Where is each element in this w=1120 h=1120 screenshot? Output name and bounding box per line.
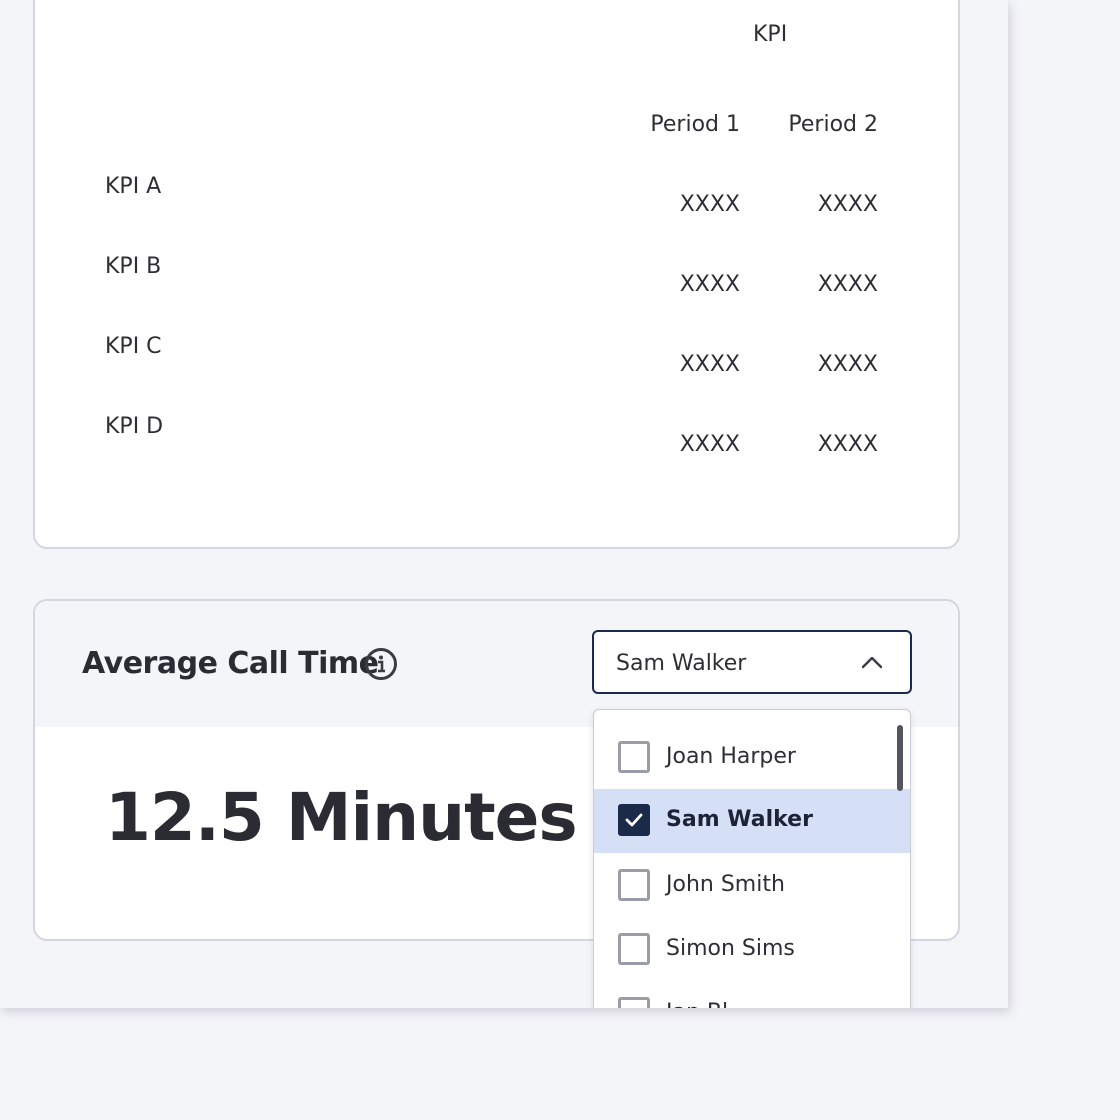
row-label-kpi-a: KPI A <box>105 174 162 199</box>
agent-select-value: Sam Walker <box>616 651 747 676</box>
option-label: Simon Sims <box>666 936 795 961</box>
cell-kpi-d-period-2: XXXX <box>817 432 878 457</box>
option-simon-sims[interactable]: Simon Sims <box>594 918 910 982</box>
info-icon[interactable] <box>364 647 398 681</box>
row-label-kpi-c: KPI C <box>105 334 162 359</box>
option-label: John Smith <box>666 872 785 897</box>
option-partial[interactable]: Ian Bl <box>594 982 910 1008</box>
checkbox[interactable] <box>618 933 650 965</box>
row-label-kpi-b: KPI B <box>105 254 162 279</box>
option-label: Joan Harper <box>666 744 796 769</box>
column-header-period-1: Period 1 <box>650 112 740 137</box>
scrollbar-thumb[interactable] <box>897 725 903 791</box>
cell-kpi-c-period-1: XXXX <box>679 352 740 377</box>
kpi-group-header: KPI <box>753 22 788 47</box>
checkbox[interactable] <box>618 869 650 901</box>
option-joan-harper[interactable]: Joan Harper <box>594 726 910 790</box>
cell-kpi-a-period-2: XXXX <box>817 192 878 217</box>
option-label: Sam Walker <box>666 807 813 832</box>
average-call-time-value: 12.5 Minutes <box>105 779 578 856</box>
cell-kpi-b-period-1: XXXX <box>679 272 740 297</box>
cell-kpi-b-period-2: XXXX <box>817 272 878 297</box>
checkbox[interactable] <box>618 741 650 773</box>
card-title: Average Call Time <box>82 646 379 681</box>
cell-kpi-d-period-1: XXXX <box>679 432 740 457</box>
option-label: Ian Bl <box>666 1000 728 1008</box>
agent-select[interactable]: Sam Walker <box>592 630 912 694</box>
chevron-up-icon[interactable] <box>860 654 884 670</box>
checkbox[interactable] <box>618 997 650 1008</box>
option-john-smith[interactable]: John Smith <box>594 854 910 918</box>
option-sam-walker[interactable]: Sam Walker <box>594 789 910 853</box>
cell-kpi-a-period-1: XXXX <box>679 192 740 217</box>
kpi-table-card: KPI Period 1 Period 2 KPI A XXXX XXXX KP… <box>33 0 960 549</box>
checkbox-checked[interactable] <box>618 804 650 836</box>
row-label-kpi-d: KPI D <box>105 414 164 439</box>
dashboard-panel: KPI Period 1 Period 2 KPI A XXXX XXXX KP… <box>0 0 1008 1008</box>
cell-kpi-c-period-2: XXXX <box>817 352 878 377</box>
column-header-period-2: Period 2 <box>788 112 878 137</box>
agent-dropdown-menu[interactable]: Joan Harper Sam Walker John Smith Simon … <box>593 709 911 1008</box>
